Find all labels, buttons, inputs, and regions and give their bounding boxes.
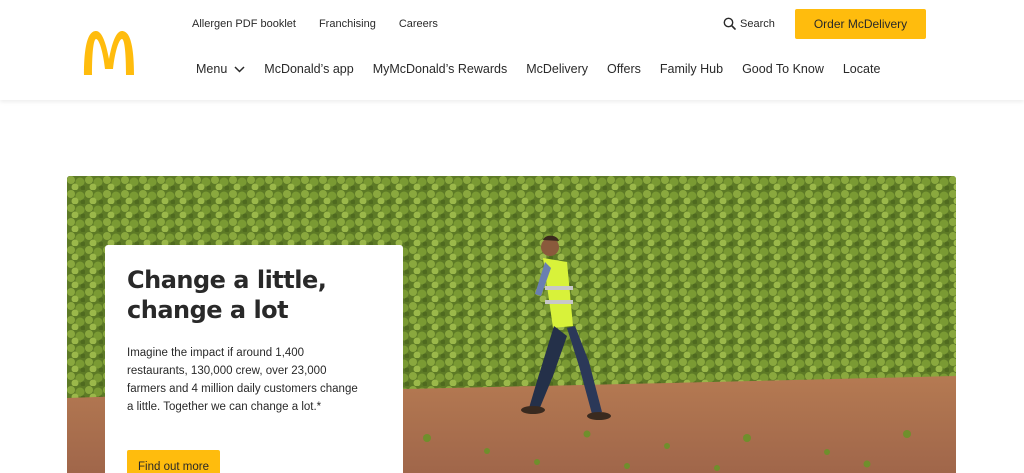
nav-menu-dropdown[interactable]: Menu bbox=[196, 61, 245, 77]
nav-item-family-hub[interactable]: Family Hub bbox=[660, 61, 723, 77]
find-out-more-button[interactable]: Find out more bbox=[127, 450, 220, 473]
utility-nav: Allergen PDF booklet Franchising Careers bbox=[192, 17, 461, 31]
nav-menu-label: Menu bbox=[196, 62, 228, 76]
site-header: Allergen PDF booklet Franchising Careers… bbox=[0, 0, 1024, 100]
hero-description: Imagine the impact if around 1,400 resta… bbox=[127, 347, 358, 413]
nav-item-mcdelivery[interactable]: McDelivery bbox=[526, 61, 588, 77]
search-button[interactable]: Search bbox=[723, 17, 775, 30]
nav-item-good-to-know[interactable]: Good To Know bbox=[742, 61, 824, 77]
golden-arches-icon[interactable] bbox=[82, 29, 136, 77]
chevron-down-icon bbox=[234, 65, 245, 73]
search-label: Search bbox=[740, 17, 775, 30]
util-link-careers[interactable]: Careers bbox=[399, 17, 438, 31]
nav-item-rewards[interactable]: MyMcDonald’s Rewards bbox=[373, 61, 508, 77]
order-mcdelivery-button[interactable]: Order McDelivery bbox=[795, 9, 926, 39]
search-icon bbox=[723, 17, 736, 30]
nav-item-offers[interactable]: Offers bbox=[607, 61, 641, 77]
nav-item-app[interactable]: McDonald’s app bbox=[264, 61, 353, 77]
util-link-franchising[interactable]: Franchising bbox=[319, 17, 376, 31]
main-nav: Menu McDonald’s app MyMcDonald’s Rewards… bbox=[196, 61, 899, 77]
hero-title: Change a little, change a lot bbox=[127, 266, 327, 324]
hero-card: Change a little, change a lot Imagine th… bbox=[105, 245, 403, 473]
nav-item-locate[interactable]: Locate bbox=[843, 61, 881, 77]
util-link-allergen[interactable]: Allergen PDF booklet bbox=[192, 17, 296, 31]
